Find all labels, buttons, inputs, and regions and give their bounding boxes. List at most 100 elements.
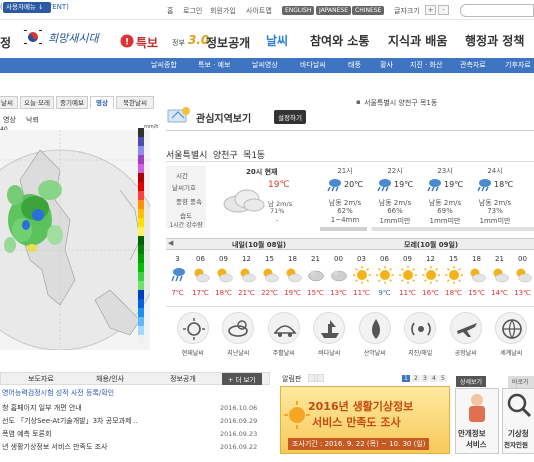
timeline-header — [166, 238, 534, 250]
subnav-item[interactable]: 바다날씨 — [300, 60, 326, 70]
location-top: 서울특별시 양천구 목1동 — [364, 99, 438, 107]
category-label: 현재날씨 — [181, 350, 204, 357]
tab-press[interactable]: 보도자료 — [28, 374, 54, 384]
lang-chinese[interactable]: CHINESE — [352, 6, 385, 15]
hour-label: 24시 — [487, 167, 503, 175]
tab-recruit[interactable]: 채용/인사 — [96, 374, 124, 384]
notice-page[interactable]: 4 — [430, 375, 438, 382]
timeline-temp: 18℃ — [445, 289, 462, 297]
left-tab-image[interactable]: 영상 — [90, 96, 114, 109]
category-button[interactable]: 지난날씨 — [216, 312, 262, 360]
sitemap-link[interactable]: 사이트맵 — [246, 6, 272, 16]
subnav-item[interactable]: 기후자료 — [505, 60, 531, 70]
notice-page[interactable]: 2 — [412, 375, 420, 382]
category-icon-bg — [404, 312, 437, 344]
timeline-hour: 12 — [242, 255, 251, 263]
category-label: 공항날씨 — [454, 350, 477, 357]
news-item[interactable]: 폭염 예측 토론회 — [2, 429, 52, 439]
home-link[interactable]: 홈 — [167, 6, 173, 16]
banner-period: 조사기간 : 2016. 9. 22 (목) ~ 10. 30 (일) — [288, 438, 430, 450]
timeline-hour: 06 — [380, 255, 389, 263]
timeline-hour: 09 — [219, 255, 228, 263]
notice-label: 알림판 — [282, 375, 302, 383]
subnav-item[interactable]: 황사 — [380, 60, 393, 70]
category-button[interactable]: 공항날씨 — [443, 312, 489, 360]
notice-controls-icon[interactable] — [308, 374, 324, 382]
category-button[interactable]: 바다날씨 — [307, 312, 353, 360]
current-time: 20시 현재 — [246, 168, 278, 176]
subnav-item[interactable]: 지진 · 화산 — [410, 60, 442, 70]
subnav-item[interactable]: 관측자료 — [460, 60, 486, 70]
left-tab-weather[interactable]: 날씨 — [0, 96, 18, 109]
sun-cloud-icon — [286, 268, 302, 283]
timeline-prev-button[interactable]: ◀ — [168, 239, 173, 247]
news-item[interactable]: 영어능력검정시험 성적 사전 등록/확인 — [2, 388, 114, 398]
category-button[interactable]: 현재날씨 — [170, 312, 216, 360]
sun-icon — [421, 266, 440, 284]
timeline-temp: 13℃ — [330, 289, 347, 297]
hour-label: 22시 — [387, 167, 403, 175]
category-button[interactable]: 세계날씨 — [489, 312, 534, 360]
news-date: 2016.10.06 — [220, 404, 258, 412]
timeline-hour: 21 — [495, 255, 504, 263]
notice-page[interactable]: 1 — [402, 375, 410, 382]
radar-map[interactable] — [0, 130, 150, 350]
category-row: 현재날씨 지난날씨 주활날씨 바다날씨 산악날씨 지진/해일 공항날씨 세계날씨 — [170, 312, 534, 360]
timeline-icons — [166, 266, 534, 284]
font-decrease-button[interactable]: - — [438, 5, 449, 15]
detail-tab[interactable]: 상세보기 — [456, 376, 487, 387]
hour-rain: 1~4mm — [330, 216, 360, 224]
news-date: 2016.09.29 — [220, 417, 258, 425]
gnb-open-info[interactable]: 정보공개 — [206, 34, 250, 51]
gnb-weather[interactable]: 날씨 — [266, 32, 288, 49]
news-more-button[interactable]: + 더 보기 — [222, 373, 262, 385]
font-increase-button[interactable]: + — [425, 5, 436, 15]
lang-english[interactable]: ENGLISH — [282, 6, 315, 15]
left-tab-today[interactable]: 오늘·모레 — [20, 96, 54, 109]
antenna-icon — [411, 322, 432, 336]
lang-japanese[interactable]: JAPANESE — [316, 6, 351, 15]
notice-page[interactable]: 5 — [439, 375, 447, 382]
subnav-item[interactable]: 특보 · 예보 — [198, 60, 230, 70]
category-label: 지난날씨 — [227, 350, 250, 357]
signup-link[interactable]: 회원가입 — [210, 6, 236, 16]
news-item[interactable]: 선도 「기상See-At기술개발」3차 공모과제 .. — [2, 416, 138, 426]
timeline-hours: 3 06 09 12 15 18 21 00 03 06 09 12 15 18 21 00 — [166, 255, 534, 265]
category-button[interactable]: 산악날씨 — [352, 312, 398, 360]
shower-icon — [377, 179, 391, 192]
news-item[interactable]: 청 홈페이지 일부 개편 안내 — [2, 403, 82, 413]
timeline-hour: 00 — [334, 255, 343, 263]
user-menu-select[interactable]: 사용자메뉴 ↓ — [3, 2, 51, 13]
category-button[interactable]: 지진/해일 — [398, 312, 444, 360]
current-temp: 19℃ — [268, 180, 290, 190]
search-input[interactable] — [460, 4, 534, 17]
subnav-item[interactable]: 날씨종합 — [151, 60, 177, 70]
subnav-item[interactable]: 날씨영상 — [252, 60, 278, 70]
subnav-item[interactable]: 태풍 — [348, 60, 361, 70]
gnb-policy[interactable]: 행정과 정책 — [465, 32, 524, 49]
gnb-alert-link[interactable]: 특보 — [136, 34, 158, 51]
news-item[interactable]: 년 생활기상정보 서비스 만족도 조사 — [2, 442, 108, 452]
settings-button[interactable]: 설정하기 — [274, 110, 306, 124]
subtab-lightning[interactable]: 낙뢰 — [26, 115, 39, 125]
gnb-participation[interactable]: 참여와 소통 — [310, 32, 369, 49]
hour-rain: 1mm미만 — [379, 217, 411, 225]
left-tab-northkorea[interactable]: 북한날씨 — [116, 96, 154, 109]
hour-humidity: 73% — [487, 207, 503, 215]
login-link[interactable]: 로그인 — [183, 6, 202, 16]
sun-cloud-icon — [470, 268, 486, 283]
timeline-hour: 15 — [265, 255, 274, 263]
label-wind: 풍향 풍속 — [176, 198, 202, 206]
category-icon-bg — [267, 312, 300, 344]
gnb-knowledge[interactable]: 지식과 배움 — [388, 32, 447, 49]
alert-icon[interactable]: ! — [120, 34, 134, 48]
left-tab-midterm[interactable]: 중기예보 — [56, 96, 88, 109]
sun-cloud-icon — [240, 268, 256, 283]
tab-info[interactable]: 정보공개 — [170, 374, 196, 384]
fog-service-icon — [469, 394, 485, 422]
notice-page[interactable]: 3 — [421, 375, 429, 382]
category-button[interactable]: 주활날씨 — [261, 312, 307, 360]
cloud-grey-icon — [330, 270, 347, 282]
timeline-hour: 3 — [175, 255, 180, 263]
subtab-image[interactable]: 영상 — [3, 115, 16, 125]
